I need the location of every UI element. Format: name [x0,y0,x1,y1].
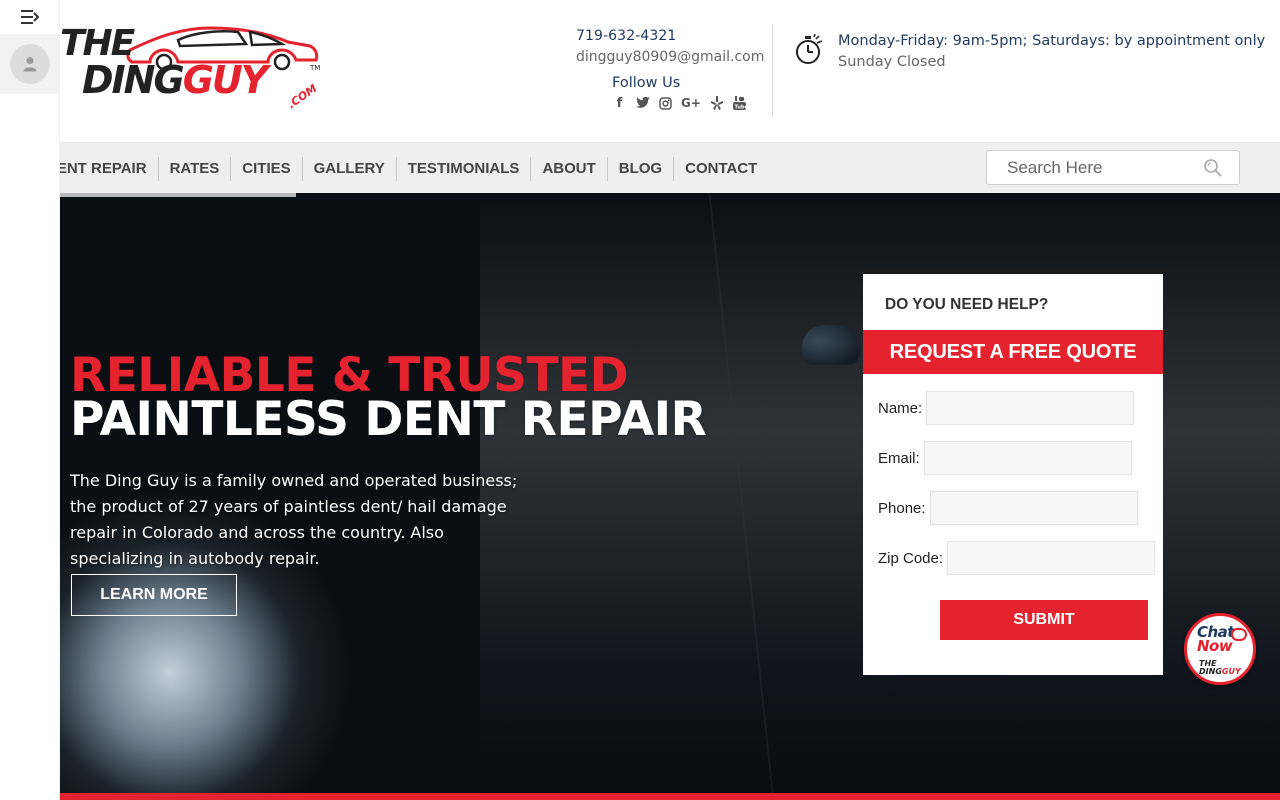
nav-item-cities[interactable]: CITIES [231,156,303,181]
profile-button[interactable] [0,34,60,94]
nav-item-blog[interactable]: BLOG [608,156,675,181]
nav-item-dent-repair[interactable]: DENT REPAIR [46,156,159,181]
menu-collapse-icon [21,10,39,24]
stopwatch-icon [796,33,823,64]
instagram-icon[interactable] [658,95,673,111]
user-icon [23,57,37,72]
nav-item-rates[interactable]: RATES [159,156,232,181]
quote-help-heading: DO YOU NEED HELP? [885,296,1049,313]
main-navigation: DENT REPAIR RATES CITIES GALLERY TESTIMO… [46,142,1280,197]
nav-item-gallery[interactable]: GALLERY [303,156,397,181]
menu-toggle-button[interactable] [0,0,60,34]
yelp-icon[interactable] [709,95,724,111]
follow-us-label: Follow Us [612,75,681,91]
svg-text:TM: TM [309,64,320,72]
chat-now-button[interactable]: Chat Now THE DINGGUY [1184,613,1256,685]
name-field[interactable] [926,391,1135,425]
form-row-phone: Phone: [878,491,1138,525]
nav-item-contact[interactable]: CONTACT [674,157,768,181]
zip-code-field[interactable] [947,541,1156,575]
nav-menu: DENT REPAIR RATES CITIES GALLERY TESTIMO… [46,143,768,194]
nav-active-indicator [60,193,296,197]
nav-item-testimonials[interactable]: TESTIMONIALS [397,156,532,181]
site-logo[interactable]: TM THE DINGGUY .COM [60,20,330,112]
zip-code-label: Zip Code: [878,549,944,567]
chat-bubble-icon [1231,628,1247,641]
form-row-name: Name: [878,391,1135,425]
learn-more-button[interactable]: LEARN MORE [71,574,237,616]
avatar [10,44,50,84]
name-label: Name: [878,399,923,417]
now-word: Now [1197,637,1233,655]
search-input[interactable] [987,151,1197,184]
chat-logo: THE DINGGUY [1199,660,1241,676]
site-header: TM THE DINGGUY .COM 719-632-4321 dingguy… [60,0,1280,142]
facebook-icon[interactable]: f [612,95,627,111]
nav-item-about[interactable]: ABOUT [531,156,608,181]
hero-headline-white: PAINTLESS DENT REPAIR [70,392,707,447]
business-hours-sunday: Sunday Closed [838,54,946,70]
phone-link[interactable]: 719-632-4321 [576,28,776,44]
hero-car-door-handle [802,325,860,365]
phone-label: Phone: [878,499,926,517]
chat-logo-ding: DING [1199,667,1222,676]
logo-text-ding-guy: DINGGUY [82,58,269,102]
search-box [986,150,1240,185]
phone-field[interactable] [929,491,1138,525]
chat-label: Chat Now [1197,625,1234,655]
contact-block: 719-632-4321 dingguy80909@gmail.com [576,28,776,65]
form-row-zip: Zip Code: [878,541,1156,575]
google-plus-icon[interactable]: G+ [681,95,701,111]
twitter-icon[interactable] [635,95,650,111]
submit-button[interactable]: SUBMIT [940,600,1148,640]
quote-form: DO YOU NEED HELP? REQUEST A FREE QUOTE N… [863,269,1163,675]
email-field[interactable] [923,441,1132,475]
hero-bottom-accent [60,793,1280,800]
chat-logo-guy: GUY [1221,667,1241,676]
svg-text:Tube: Tube [735,105,747,111]
quote-banner: REQUEST A FREE QUOTE [863,330,1163,374]
logo-guy: GUY [182,58,269,102]
hero-description: The Ding Guy is a family owned and opera… [70,471,518,568]
social-links: f G+ Tube [612,95,747,111]
business-hours-weekdays: Monday-Friday: 9am-5pm; Saturdays: by ap… [838,33,1266,49]
email-link[interactable]: dingguy80909@gmail.com [576,49,776,65]
form-row-email: Email: [878,441,1132,475]
side-panel [0,0,60,800]
logo-ding: DING [82,58,185,102]
search-icon[interactable] [1203,158,1223,178]
youtube-icon[interactable]: Tube [732,95,747,111]
header-divider [772,24,773,117]
logo-text-the: THE [60,23,135,64]
email-label: Email: [878,449,920,467]
